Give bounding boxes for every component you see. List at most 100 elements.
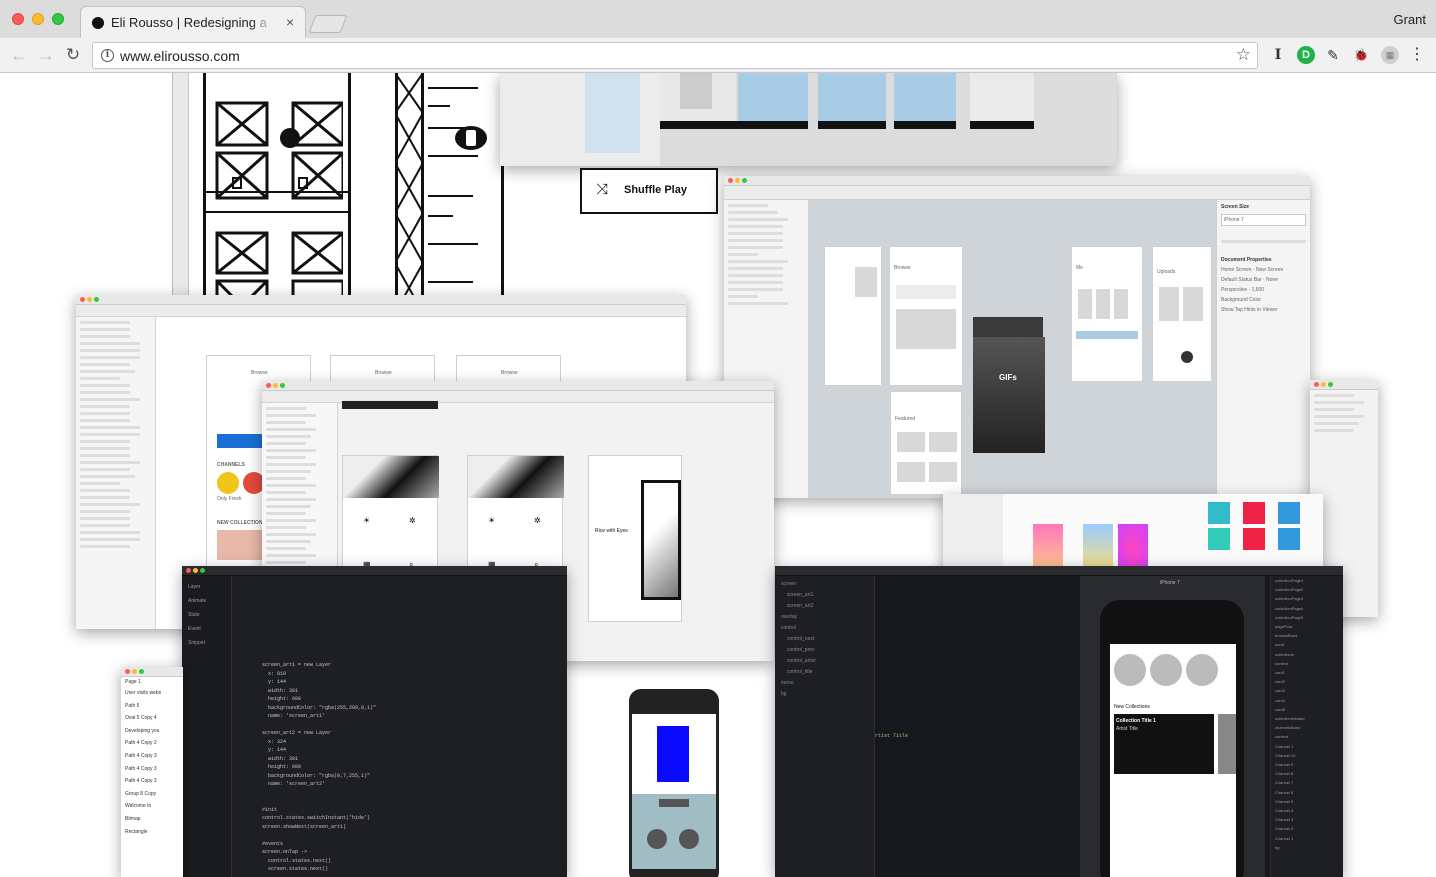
left-layer-item[interactable]: Path 4 Copy 3	[125, 750, 179, 763]
left-layer-item[interactable]: Path 4 Copy 3	[125, 775, 179, 788]
close-window-button[interactable]	[12, 13, 24, 25]
layer-tree-item[interactable]: menu	[781, 680, 868, 686]
right-layer-item[interactable]: card3	[1275, 687, 1339, 695]
code-line: width: 381	[262, 755, 299, 762]
code-text[interactable]: screen_art1 = new Layer x: 810 y: 144 wi…	[262, 661, 376, 874]
right-layer-item[interactable]: collectionPage4	[1275, 605, 1339, 613]
iphone-preview-area: iPhone 7 New Collections Collection Titl…	[1080, 576, 1265, 877]
sidebar-item-event[interactable]: Event	[188, 626, 225, 632]
tab-strip: Eli Rousso | Redesigning a Ren × Grant	[0, 0, 1436, 38]
back-arrow-icon[interactable]: ←	[8, 44, 30, 66]
layer-tree-item[interactable]: control_title	[781, 669, 868, 675]
address-bar[interactable]: i www.elirousso.com ☆	[92, 42, 1258, 69]
layer-tree-item[interactable]: screen	[781, 581, 868, 587]
code-line: #events	[262, 840, 284, 847]
instapaper-extension-icon[interactable]: I	[1269, 46, 1287, 64]
tab-close-icon[interactable]: ×	[286, 14, 294, 30]
right-layer-item[interactable]: collections	[1275, 651, 1339, 659]
new-tab-button[interactable]	[308, 15, 348, 33]
right-layer-item[interactable]: Channel 7	[1275, 779, 1339, 787]
pen-extension-icon[interactable]: ✎	[1324, 46, 1342, 64]
layer-tree-item[interactable]: control_prev	[781, 647, 868, 653]
code-line: height: 600	[262, 764, 302, 770]
right-layer-item[interactable]: collectionPage3	[1275, 595, 1339, 603]
right-layer-item[interactable]: Channel 1	[1275, 835, 1339, 843]
profile-name[interactable]: Grant	[1393, 12, 1426, 27]
left-layer-item[interactable]: Bitmap	[125, 813, 179, 826]
right-layer-item[interactable]: collectionPage5	[1275, 614, 1339, 622]
layer-tree-item[interactable]: control_next	[781, 636, 868, 642]
url-text[interactable]: www.elirousso.com	[120, 48, 240, 64]
artboard-me: Me	[1071, 246, 1143, 382]
layer-tree-item[interactable]: control	[781, 625, 868, 631]
maximize-window-button[interactable]	[52, 13, 64, 25]
right-layer-item[interactable]: Channel 4	[1275, 807, 1339, 815]
grid-extension-icon[interactable]: ▦	[1381, 46, 1399, 64]
right-layer-item[interactable]: channelsBand	[1275, 724, 1339, 732]
left-layer-item[interactable]: Path 5	[125, 700, 179, 713]
flinto-prototype-window: Browse GIFs Me Uploads Featured Screen S…	[724, 176, 1310, 498]
artboard-featured: Featured	[890, 391, 962, 495]
right-layer-item[interactable]: card5	[1275, 706, 1339, 714]
right-layer-item[interactable]: content	[1275, 660, 1339, 668]
minimize-window-button[interactable]	[32, 13, 44, 25]
right-layer-item[interactable]: collectionPage1	[1275, 577, 1339, 585]
right-layer-item[interactable]: card4	[1275, 697, 1339, 705]
left-layer-item[interactable]: User visits webs	[125, 687, 179, 700]
framer-layer-tree: screen screen_art1 screen_art2overlay contr…	[775, 566, 1343, 877]
left-layer-item[interactable]: Welcome to	[125, 800, 179, 813]
artboard-browse: Browse	[889, 246, 963, 386]
right-layer-item[interactable]: Channel 10	[1275, 752, 1339, 760]
left-layer-item[interactable]: Oval 5 Copy 4	[125, 712, 179, 725]
right-layer-item[interactable]: pageFlow	[1275, 623, 1339, 631]
right-layer-item[interactable]: Channel 2	[1275, 825, 1339, 833]
layer-tree-item[interactable]: control_artist	[781, 658, 868, 664]
reload-icon[interactable]: ↻	[62, 44, 84, 66]
menu-dots-icon[interactable]: ⋮	[1408, 46, 1426, 64]
shuffle-play-button-sketch: ⤨ Shuffle Play	[580, 168, 718, 214]
sidebar-item-animate[interactable]: Animate	[188, 598, 225, 604]
left-layer-item[interactable]: Path 4 Copy 2	[125, 737, 179, 750]
right-layer-item[interactable]: Channel 5	[1275, 798, 1339, 806]
info-icon[interactable]: i	[101, 49, 114, 62]
code-line: control.states.next()	[262, 857, 332, 864]
layer-tree-item[interactable]: screen_art2	[781, 603, 868, 609]
layer-tree-item[interactable]: bg	[781, 691, 868, 697]
left-layer-item[interactable]: Rectangle	[125, 826, 179, 839]
right-layer-item[interactable]: collectionHeader	[1275, 715, 1339, 723]
sketch-layers-list	[76, 317, 156, 629]
left-layer-item[interactable]: Group 8 Copy	[125, 788, 179, 801]
layer-tree-item[interactable]: overlay	[781, 614, 868, 620]
bug-extension-icon[interactable]: 🐞	[1352, 46, 1370, 64]
artboard-uploads: Uploads	[1152, 246, 1212, 382]
sidebar-item-snippet[interactable]: Snippet	[188, 640, 225, 646]
sidebar-item-layer[interactable]: Layer	[188, 584, 225, 590]
code-line: screen.states.next()	[262, 866, 329, 872]
right-layer-item[interactable]: scroll	[1275, 641, 1339, 649]
right-layer-item[interactable]: browseBand	[1275, 632, 1339, 640]
left-layer-item[interactable]: Path 4 Copy 3	[125, 763, 179, 776]
code-line: screen.showNext(screen_art1)	[262, 823, 347, 830]
right-layer-item[interactable]: Channel 3	[1275, 816, 1339, 824]
right-layer-item[interactable]: card1	[1275, 669, 1339, 677]
right-layer-item[interactable]: Channel 8	[1275, 770, 1339, 778]
hand-drawn-wireframe	[172, 73, 504, 333]
right-layer-item[interactable]: Channel 9	[1275, 761, 1339, 769]
right-layer-item[interactable]: Channel 1	[1275, 743, 1339, 751]
dashlane-extension-icon[interactable]: D	[1297, 46, 1315, 64]
bookmark-star-icon[interactable]: ☆	[1236, 45, 1251, 65]
right-layer-item[interactable]: card2	[1275, 678, 1339, 686]
right-layer-item[interactable]: bg	[1275, 844, 1339, 852]
phone-sketch-icon	[455, 126, 487, 150]
forward-arrow-icon[interactable]: →	[35, 44, 57, 66]
tab-active[interactable]: Eli Rousso | Redesigning a Ren ×	[80, 6, 306, 38]
right-layer-item[interactable]: Channel 6	[1275, 789, 1339, 797]
right-layer-item[interactable]: content	[1275, 733, 1339, 741]
sidebar-item-state[interactable]: State	[188, 612, 225, 618]
right-layer-item[interactable]: collectionPage2	[1275, 586, 1339, 594]
left-layer-item[interactable]: Developing you	[125, 725, 179, 738]
code-line: screen_art1 = new Layer	[262, 662, 332, 668]
layer-tree-item[interactable]: screen_art1	[781, 592, 868, 598]
